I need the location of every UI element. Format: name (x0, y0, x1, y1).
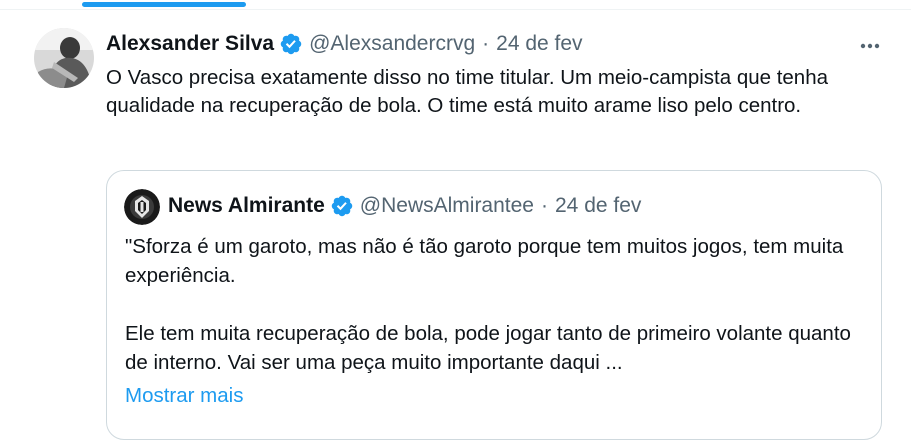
separator-dot: · (482, 32, 490, 55)
verified-badge-icon[interactable] (330, 194, 354, 218)
active-tab-indicator (82, 2, 246, 7)
author-name[interactable]: Alexsander Silva (106, 32, 274, 56)
author-handle[interactable]: @Alexsandercrvg (309, 32, 475, 56)
verified-badge-icon[interactable] (279, 32, 303, 56)
tweet-date[interactable]: 24 de fev (496, 32, 582, 56)
tweet-header: Alexsander Silva @Alexsandercrvg · 24 de… (106, 30, 583, 58)
quoted-text-paragraph-2: Ele tem muita recuperação de bola, pode … (125, 322, 851, 374)
quoted-author-name[interactable]: News Almirante (168, 194, 325, 218)
more-options-icon[interactable] (856, 34, 884, 58)
quoted-author-handle[interactable]: @NewsAlmirantee (360, 194, 534, 218)
quoted-tweet-header: News Almirante @NewsAlmirantee · 24 de f… (168, 191, 641, 221)
tweet-text: O Vasco precisa exatamente disso no time… (106, 66, 829, 117)
author-avatar[interactable] (34, 28, 94, 88)
user-avatar-photo-icon (34, 28, 94, 88)
quoted-tweet[interactable]: News Almirante @NewsAlmirantee · 24 de f… (106, 170, 882, 440)
quoted-tweet-date[interactable]: 24 de fev (555, 194, 641, 218)
quoted-tweet-text: "Sforza é um garoto, mas não é tão garot… (125, 232, 865, 377)
news-logo-avatar-icon (124, 189, 160, 225)
show-more-link[interactable]: Mostrar mais (125, 381, 243, 410)
tweet[interactable]: Alexsander Silva @Alexsandercrvg · 24 de… (0, 10, 911, 440)
separator-dot: · (541, 194, 548, 217)
quoted-text-paragraph-1: "Sforza é um garoto, mas não é tão garot… (125, 235, 844, 287)
quoted-author-avatar[interactable] (124, 189, 160, 225)
